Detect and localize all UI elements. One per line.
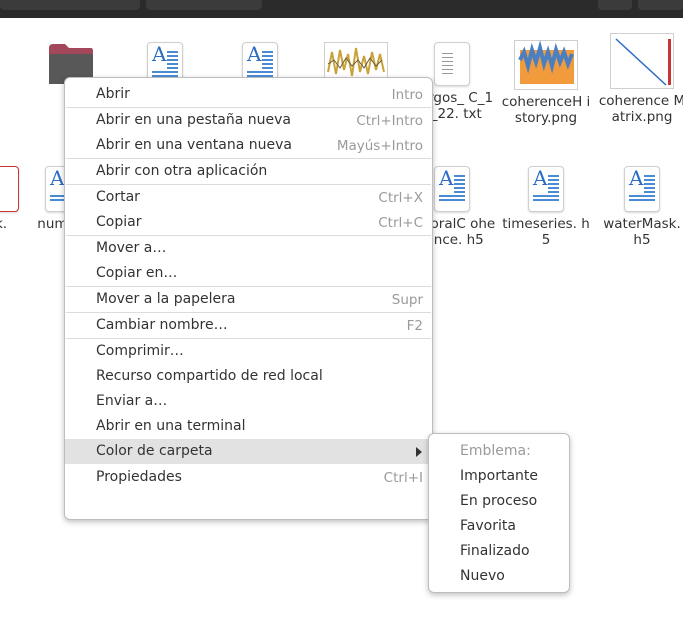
menu-item-label: Copiar: [96, 214, 142, 230]
toolbar-button[interactable]: [638, 0, 683, 10]
image-thumbnail-icon: [514, 40, 578, 90]
submenu-item-in-progress[interactable]: En proceso: [460, 493, 537, 509]
folder-color-submenu: Emblema: Importante En proceso Favorita …: [428, 433, 570, 593]
menu-item-label: Mover a la papelera: [96, 291, 236, 307]
path-bar-segment[interactable]: [146, 0, 262, 10]
document-icon: A: [434, 166, 470, 212]
menu-item-label: Comprimir…: [96, 343, 184, 359]
menu-item-move-to[interactable]: Mover a…: [65, 236, 432, 261]
file-name: timeseries. h5: [502, 216, 590, 248]
document-icon: A: [528, 166, 564, 212]
menu-item-open-in-terminal[interactable]: Abrir en una terminal: [65, 414, 432, 439]
image-thumbnail-icon: [610, 33, 674, 89]
menu-item-shortcut: Intro: [391, 87, 423, 103]
menu-item-label: Recurso compartido de red local: [96, 368, 323, 384]
submenu-item-new[interactable]: Nuevo: [460, 568, 505, 584]
file-name: coherenceH istory.png: [501, 94, 591, 126]
menu-item-label: Propiedades: [96, 469, 182, 485]
submenu-item-important[interactable]: Importante: [460, 468, 538, 484]
menu-item-label: Abrir en una terminal: [96, 418, 246, 434]
menu-item-shortcut: Ctrl+Intro: [356, 113, 423, 129]
file-item[interactable]: A timeseries. h5: [501, 166, 591, 248]
submenu-item-favorite[interactable]: Favorita: [460, 518, 516, 534]
file-name: coherence Matrix.png: [598, 93, 683, 125]
menu-item-label: Enviar a…: [96, 393, 168, 409]
file-name: waterMask. h5: [603, 216, 681, 248]
file-item[interactable]: coherenceH istory.png: [501, 40, 591, 126]
menu-item-open[interactable]: Abrir Intro: [65, 82, 432, 107]
menu-item-label: Abrir en una pestaña nueva: [96, 112, 292, 128]
window-top-bar: [0, 0, 683, 18]
menu-item-shortcut: Mayús+Intro: [336, 138, 423, 154]
menu-item-shortcut: Supr: [391, 292, 423, 308]
menu-item-label: Abrir con otra aplicación: [96, 163, 268, 179]
menu-item-label: Color de carpeta: [96, 443, 213, 459]
menu-item-shortcut: Ctrl+X: [378, 190, 423, 206]
path-bar-segment[interactable]: [0, 0, 140, 10]
menu-item-compress[interactable]: Comprimir…: [65, 339, 432, 364]
menu-item-local-network-share[interactable]: Recurso compartido de red local: [65, 364, 432, 389]
image-file-icon: [0, 166, 19, 212]
document-icon: A: [624, 166, 660, 212]
toolbar-button[interactable]: [598, 0, 632, 10]
menu-item-rename[interactable]: Cambiar nombre… F2: [65, 313, 432, 338]
menu-item-shortcut: Ctrl+I: [383, 470, 423, 486]
image-thumbnail-icon: [324, 42, 388, 82]
context-menu: Abrir Intro Abrir en una pestaña nueva C…: [64, 77, 433, 520]
menu-item-open-new-tab[interactable]: Abrir en una pestaña nueva Ctrl+Intro: [65, 108, 432, 133]
text-file-icon: [434, 42, 470, 86]
menu-item-label: Mover a…: [96, 240, 167, 256]
menu-item-folder-color[interactable]: Color de carpeta: [65, 439, 432, 464]
menu-item-shortcut: F2: [406, 318, 423, 334]
menu-item-copy[interactable]: Copiar Ctrl+C: [65, 210, 432, 235]
menu-item-label: Copiar en…: [96, 265, 178, 281]
menu-item-cut[interactable]: Cortar Ctrl+X: [65, 185, 432, 210]
menu-item-label: Cortar: [96, 189, 140, 205]
file-item[interactable]: A waterMask. h5: [597, 166, 683, 248]
menu-item-move-to-trash[interactable]: Mover a la papelera Supr: [65, 287, 432, 312]
submenu-header: Emblema:: [460, 443, 531, 459]
menu-item-copy-to[interactable]: Copiar en…: [65, 261, 432, 286]
menu-item-label: Abrir: [96, 86, 130, 102]
menu-item-send-to[interactable]: Enviar a…: [65, 389, 432, 414]
menu-item-open-with[interactable]: Abrir con otra aplicación: [65, 159, 432, 184]
menu-item-open-new-window[interactable]: Abrir en una ventana nueva Mayús+Intro: [65, 133, 432, 158]
menu-item-properties[interactable]: Propiedades Ctrl+I: [65, 465, 432, 490]
menu-item-label: Cambiar nombre…: [96, 317, 228, 333]
menu-item-shortcut: Ctrl+C: [378, 215, 423, 231]
chevron-right-icon: [416, 447, 422, 457]
submenu-item-finished[interactable]: Finalizado: [460, 543, 530, 559]
file-item[interactable]: coherence Matrix.png: [597, 33, 683, 125]
menu-item-label: Abrir en una ventana nueva: [96, 137, 292, 153]
